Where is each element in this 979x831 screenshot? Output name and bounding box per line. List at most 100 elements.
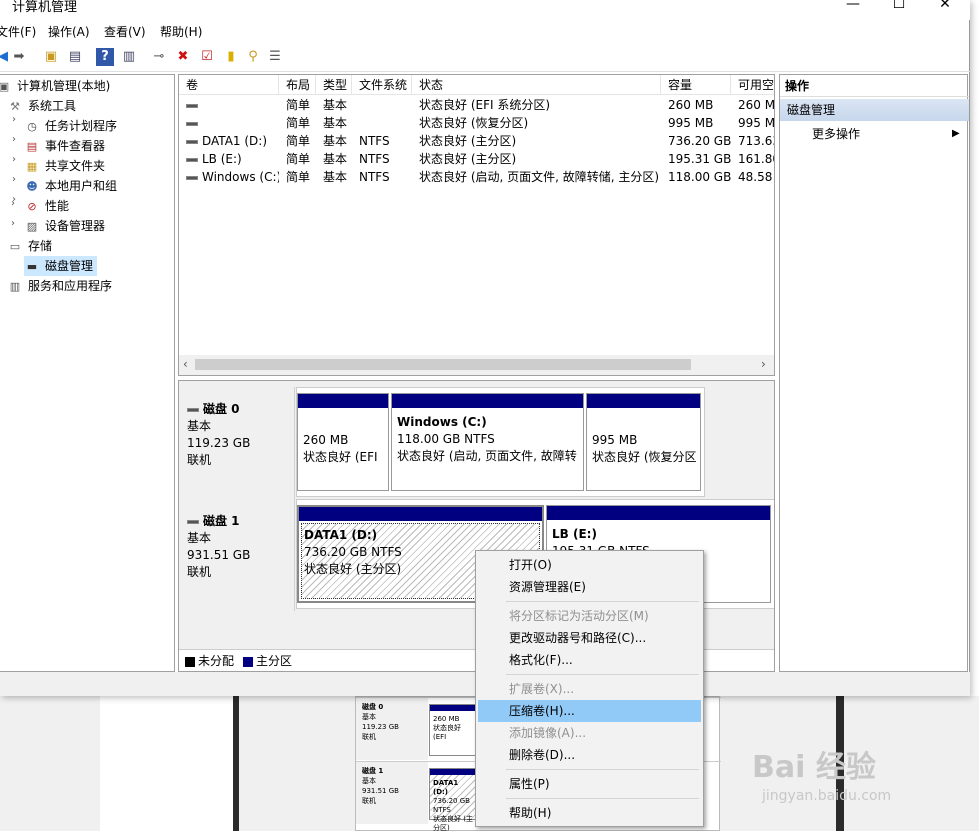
menu-item-open[interactable]: 打开(O) (478, 554, 701, 576)
menu-item-help[interactable]: 帮助(H) (478, 802, 701, 824)
cell-type: 基本 (323, 170, 348, 184)
partition-title: DATA1 (D:) (304, 528, 378, 542)
thumb-part-size: 260 MB (433, 715, 460, 723)
chevron-right-icon[interactable]: › (12, 154, 16, 165)
partition-recovery[interactable]: 995 MB 状态良好 (恢复分区 (586, 393, 701, 491)
chevron-right-icon[interactable]: › (12, 194, 16, 205)
legend-swatch (185, 656, 195, 667)
tree-item-shared-folders[interactable]: ▦ 共享文件夹 (24, 156, 105, 176)
properties-pane-icon[interactable]: ▥ (120, 48, 138, 66)
tree-item-label: 本地用户和组 (45, 179, 118, 193)
horizontal-scrollbar[interactable]: ‹ › (179, 355, 774, 375)
up-folder-icon[interactable]: ▣ (42, 48, 60, 66)
partition-status: 状态良好 (恢复分区 (592, 450, 697, 464)
tree-item-task-scheduler[interactable]: ◷ 任务计划程序 (24, 116, 117, 136)
chevron-right-icon[interactable]: › (12, 174, 16, 185)
disk-icon (187, 407, 199, 412)
help-icon[interactable]: ? (96, 48, 114, 66)
column-header-layout[interactable]: 布局 (279, 75, 316, 95)
menu-separator (506, 769, 699, 770)
tree-item-event-viewer[interactable]: ▤ 事件查看器 (24, 136, 105, 156)
scrollbar-thumb[interactable] (195, 359, 691, 370)
connect-icon[interactable]: ⊸ (150, 48, 168, 66)
tree-item-disk-management[interactable]: ▬ 磁盘管理 (24, 256, 98, 276)
menu-item-format[interactable]: 格式化(F)... (478, 649, 701, 671)
cell-type: 基本 (323, 98, 348, 112)
submenu-arrow-icon[interactable]: ▶ (952, 125, 960, 143)
menu-item-shrink-volume[interactable]: 压缩卷(H)... (478, 700, 701, 722)
close-window-button[interactable]: ✕ (922, 0, 968, 14)
window-title: 计算机管理 (12, 0, 78, 15)
maximize-button[interactable]: ☐ (876, 0, 922, 14)
menu-item-properties[interactable]: 属性(P) (478, 773, 701, 795)
table-row[interactable]: DATA1 (D:) 简单 基本 NTFS 状态良好 (主分区) 736.20 … (179, 132, 774, 150)
minimize-button[interactable]: — (830, 0, 876, 14)
actions-section-disk-management[interactable]: 磁盘管理 (780, 99, 969, 121)
thumb-disk-type: 基本 (362, 777, 376, 785)
menu-file[interactable]: 文件(F) (0, 23, 36, 40)
more-actions-link[interactable]: 更多操作 (812, 125, 860, 143)
partition-title: LB (E:) (552, 527, 597, 541)
tree-item-services[interactable]: ▥ 服务和应用程序 (7, 276, 112, 296)
tree-item-label: 设备管理器 (45, 219, 106, 233)
thumb-part-status: 状态良好 (EFI (433, 724, 461, 741)
tree-item-root[interactable]: ▣ 计算机管理(本地) (0, 76, 110, 96)
tools-icon: ⚒ (10, 99, 20, 113)
chevron-right-icon[interactable]: › (12, 134, 16, 145)
column-header-free[interactable]: 可用空 (731, 75, 774, 95)
search-icon[interactable]: ⚲ (244, 48, 262, 66)
delete-icon[interactable]: ✖ (174, 48, 192, 66)
tree-item-device-manager[interactable]: ▨ 设备管理器 (24, 216, 105, 236)
menu-item-explorer[interactable]: 资源管理器(E) (478, 576, 701, 598)
tree-item-performance[interactable]: ⊘ 性能 (24, 196, 69, 216)
cell-fs (352, 114, 412, 132)
show-hide-tree-icon[interactable]: ▤ (66, 48, 84, 66)
table-row[interactable]: 简单 基本 状态良好 (恢复分区) 995 MB 995 M (179, 114, 774, 132)
check-icon[interactable]: ☑ (198, 48, 216, 66)
menu-item-change-drive-letter[interactable]: 更改驱动器号和路径(C)... (478, 627, 701, 649)
list-icon[interactable]: ☰ (266, 48, 284, 66)
new-folder-icon[interactable]: ▮ (222, 48, 240, 66)
column-header-type[interactable]: 类型 (316, 75, 352, 95)
tree-item-system-tools[interactable]: ⚒ 系统工具 (7, 96, 76, 116)
scroll-left-icon[interactable]: ‹ (183, 357, 188, 371)
chevron-right-icon[interactable]: › (11, 218, 15, 229)
column-header-capacity[interactable]: 容量 (661, 75, 731, 95)
disk0-info[interactable]: 磁盘 0 基本 119.23 GB 联机 (179, 387, 295, 499)
menu-view[interactable]: 查看(V) (104, 23, 146, 40)
partition-bar (299, 507, 542, 521)
partition-windows-c[interactable]: Windows (C:) 118.00 GB NTFS 状态良好 (启动, 页面… (391, 393, 584, 491)
background-panel (100, 696, 235, 831)
table-row[interactable]: 简单 基本 状态良好 (EFI 系统分区) 260 MB 260 M (179, 96, 775, 114)
column-header-status[interactable]: 状态 (412, 75, 661, 95)
thumb-disk-type: 基本 (362, 713, 376, 721)
menu-help[interactable]: 帮助(H) (160, 23, 202, 40)
users-icon: ☻ (26, 179, 38, 193)
tree-item-storage[interactable]: ▭ 存储 (7, 236, 52, 256)
disk1-info[interactable]: 磁盘 1 基本 931.51 GB 联机 (179, 499, 295, 611)
actions-pane: 操作 磁盘管理 更多操作 ▶ (779, 74, 969, 672)
column-header-filesystem[interactable]: 文件系统 (352, 75, 412, 95)
event-log-icon: ▤ (26, 139, 38, 153)
menu-action[interactable]: 操作(A) (48, 23, 90, 40)
table-row[interactable]: Windows (C:) 简单 基本 NTFS 状态良好 (启动, 页面文件, … (179, 168, 774, 186)
menu-item-add-mirror: 添加镜像(A)... (509, 726, 587, 740)
clock-icon: ◷ (27, 119, 37, 133)
column-header-volume[interactable]: 卷 (179, 75, 279, 95)
table-row[interactable]: LB (E:) 简单 基本 NTFS 状态良好 (主分区) 195.31 GB … (179, 150, 774, 168)
partition-efi[interactable]: 260 MB 状态良好 (EFI (297, 393, 389, 491)
volume-name: Windows (C:) (202, 170, 279, 184)
cell-status: 状态良好 (启动, 页面文件, 故障转储, 主分区) (419, 170, 660, 184)
scroll-right-icon[interactable]: › (761, 357, 766, 371)
shared-folder-icon: ▦ (26, 159, 38, 173)
chevron-right-icon[interactable]: › (12, 114, 16, 125)
volume-list-header: 卷 布局 类型 文件系统 状态 容量 可用空 (179, 75, 774, 95)
cell-layout: 简单 (286, 116, 311, 130)
cell-capacity: 195.31 GB (668, 152, 731, 166)
partition-size: 118.00 GB NTFS (397, 432, 495, 446)
menu-item-delete-volume[interactable]: 删除卷(D)... (478, 744, 701, 766)
disk-type: 基本 (187, 531, 212, 545)
cell-free: 260 M (738, 98, 775, 112)
forward-arrow-icon[interactable]: ➡ (10, 48, 28, 66)
tree-item-local-users[interactable]: ☻ 本地用户和组 (24, 176, 117, 196)
